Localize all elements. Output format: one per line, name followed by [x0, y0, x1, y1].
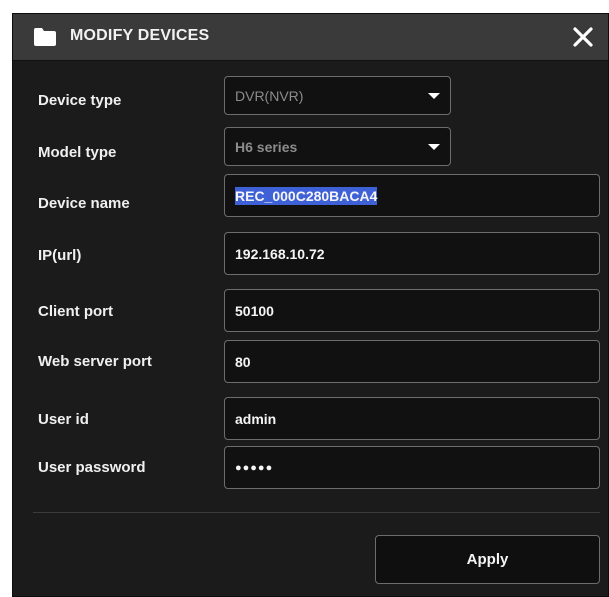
user-id-field[interactable]: admin	[224, 397, 600, 440]
device-type-value: DVR(NVR)	[235, 87, 304, 104]
client-port-value: 50100	[235, 302, 274, 319]
ip-url-label: IP(url)	[38, 247, 82, 264]
ip-url-field[interactable]: 192.168.10.72	[224, 232, 600, 275]
folder-icon	[34, 28, 56, 46]
chevron-down-icon	[428, 93, 440, 99]
dialog-title: MODIFY DEVICES	[70, 27, 210, 44]
user-password-field[interactable]: ●●●●●	[224, 446, 600, 489]
apply-button[interactable]: Apply	[375, 535, 600, 584]
chevron-down-icon	[428, 144, 440, 150]
device-name-value: REC_000C280BACA4	[235, 186, 378, 205]
model-type-value: H6 series	[235, 138, 298, 155]
device-type-label: Device type	[38, 92, 122, 109]
close-icon[interactable]	[568, 22, 598, 52]
device-name-field[interactable]: REC_000C280BACA4	[224, 174, 600, 217]
dialog-titlebar: MODIFY DEVICES	[13, 14, 608, 61]
user-password-value: ●●●●●	[235, 461, 274, 474]
user-id-value: admin	[235, 410, 277, 427]
web-server-port-value: 80	[235, 353, 251, 370]
device-type-select[interactable]: DVR(NVR)	[224, 76, 451, 115]
device-name-label: Device name	[38, 195, 130, 212]
user-id-label: User id	[38, 411, 89, 428]
footer-divider	[33, 512, 600, 513]
model-type-select[interactable]: H6 series	[224, 127, 451, 166]
web-server-port-label: Web server port	[38, 353, 152, 370]
user-password-label: User password	[38, 459, 146, 476]
model-type-label: Model type	[38, 144, 117, 161]
client-port-field[interactable]: 50100	[224, 289, 600, 332]
ip-url-value: 192.168.10.72	[235, 245, 325, 262]
modify-devices-dialog: MODIFY DEVICES Device type DVR(NVR) Mode…	[12, 13, 609, 597]
client-port-label: Client port	[38, 303, 113, 320]
web-server-port-field[interactable]: 80	[224, 340, 600, 383]
